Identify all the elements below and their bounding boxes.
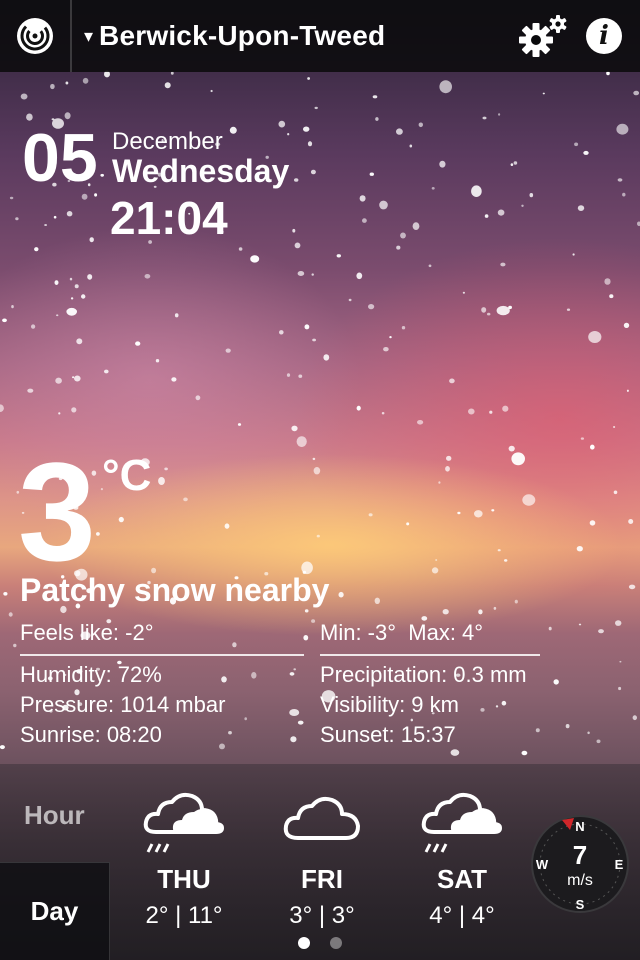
gear-icon [519, 15, 567, 57]
feels-like: Feels like: -2° [20, 620, 154, 645]
pressure: Pressure: 1014 mbar [20, 692, 226, 717]
compass-s: S [576, 897, 585, 912]
divider-left [20, 654, 304, 656]
forecast-day-label: FRI [301, 864, 343, 894]
forecast-day-fri[interactable]: FRI 3° | 3° [252, 782, 392, 930]
info-icon: i [599, 21, 609, 51]
cloud-snow-icon [143, 792, 224, 853]
humidity: Humidity: 72% [20, 662, 162, 687]
compass-n: N [575, 819, 584, 834]
forecast-day-label: THU [157, 864, 211, 894]
settings-button[interactable] [518, 12, 570, 60]
forecast-day-sat[interactable]: SAT 4° | 4° [392, 782, 532, 930]
city-selector[interactable]: ▾ Berwick-Upon-Tweed [84, 0, 385, 72]
current-temperature: 3 [18, 433, 96, 590]
wind-compass: N E S W 7 m/s [530, 814, 630, 914]
chevron-down-icon: ▾ [84, 25, 94, 46]
compass-e: E [615, 857, 624, 872]
precipitation: Precipitation: 0.3 mm [320, 662, 527, 687]
date-weekday: Wednesday [112, 153, 290, 189]
wind-speed-unit: m/s [567, 872, 593, 889]
wind-speed: 7 [573, 840, 587, 870]
info-button[interactable]: i [586, 18, 622, 54]
city-name: Berwick-Upon-Tweed [99, 20, 386, 51]
divider-right [320, 654, 540, 656]
tab-hour[interactable]: Hour [24, 800, 85, 831]
sunset: Sunset: 15:37 [320, 722, 456, 747]
cloud-icon [283, 796, 360, 840]
page-indicator-dot-active[interactable] [298, 937, 310, 949]
date-day-number: 05 [22, 120, 98, 196]
current-time: 21:04 [110, 192, 228, 244]
page-indicator-dot[interactable] [330, 937, 342, 949]
forecast-temp-range: 2° | 11° [145, 902, 223, 929]
temperature-unit: °C [102, 451, 152, 500]
forecast-day-label: SAT [436, 864, 488, 894]
sunrise: Sunrise: 08:20 [20, 722, 162, 747]
compass-w: W [536, 857, 549, 872]
forecast-day-thu[interactable]: THU 2° | 11° [114, 782, 254, 930]
forecast-temp-range: 3° | 3° [289, 902, 355, 929]
top-bar: ▾ Berwick-Upon-Tweed i [0, 0, 640, 72]
tab-day[interactable]: Day [0, 862, 110, 960]
visibility: Visibility: 9 km [320, 692, 459, 717]
cloud-snow-icon [421, 792, 502, 853]
app-menu-button[interactable] [0, 0, 72, 72]
app-logo-icon [17, 18, 53, 54]
forecast-temp-range: 4° | 4° [429, 902, 495, 929]
min-max: Min: -3° Max: 4° [320, 620, 484, 645]
condition-text: Patchy snow nearby [20, 572, 330, 608]
